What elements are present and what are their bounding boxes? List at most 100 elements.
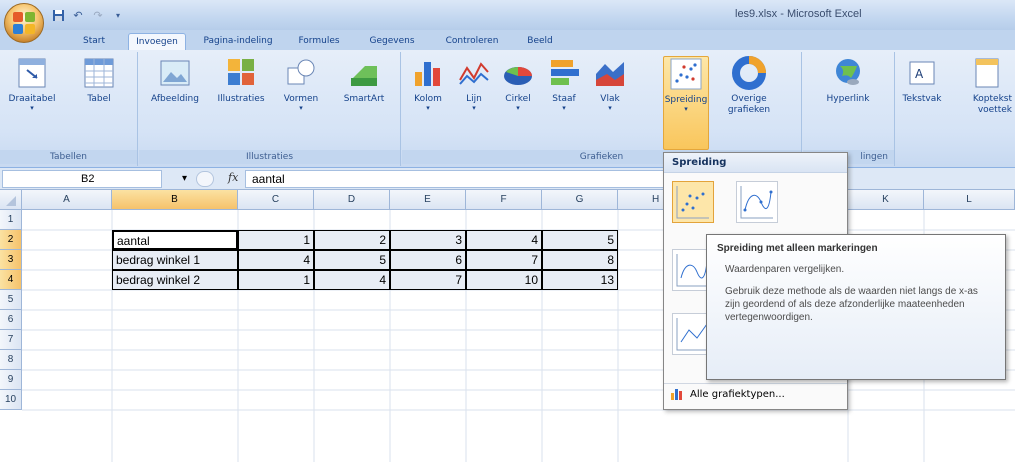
cell-e4[interactable]: 7 <box>390 270 466 290</box>
cell-g3[interactable]: 8 <box>542 250 618 270</box>
tekstvak-button[interactable]: A Tekstvak <box>896 56 948 104</box>
tooltip-body: Gebruik deze methode als de waarden niet… <box>725 286 978 323</box>
afbeelding-button[interactable]: Afbeelding <box>141 56 209 104</box>
dropdown-separator <box>664 383 847 384</box>
office-logo-icon <box>13 12 35 34</box>
column-header-a[interactable]: A <box>22 190 112 210</box>
row-header-9[interactable]: 9 <box>0 370 22 390</box>
group-label-tabellen: Tabellen <box>0 150 137 164</box>
column-header-e[interactable]: E <box>390 190 466 210</box>
lijn-button[interactable]: Lijn ▾ <box>454 56 494 112</box>
cell-b2[interactable]: aantal <box>112 230 238 250</box>
row-header-8[interactable]: 8 <box>0 350 22 370</box>
row-header-6[interactable]: 6 <box>0 310 22 330</box>
dropdown-arrow-icon: ▾ <box>516 104 520 112</box>
redo-icon[interactable]: ↷ <box>90 7 106 23</box>
staaf-label: Staaf <box>552 94 576 104</box>
column-header-g[interactable]: G <box>542 190 618 210</box>
scatter-smooth-lines-markers-option[interactable] <box>736 181 778 223</box>
cell-c4[interactable]: 1 <box>238 270 314 290</box>
chart-types-icon <box>671 389 682 400</box>
shapes-icon <box>284 56 318 90</box>
pivot-table-icon <box>15 56 49 90</box>
quick-access-toolbar: ↶ ↷ ▾ <box>50 6 126 24</box>
draaitabel-label: Draaitabel <box>8 94 56 104</box>
vlak-button[interactable]: Vlak ▾ <box>588 56 632 112</box>
tab-pagina-indeling[interactable]: Pagina-indeling <box>196 33 280 50</box>
kolom-label: Kolom <box>414 94 442 104</box>
column-header-d[interactable]: D <box>314 190 390 210</box>
all-chart-types-item[interactable]: Alle grafiektypen... <box>670 387 785 401</box>
formula-cancel-icon[interactable] <box>196 171 214 187</box>
column-header-b[interactable]: B <box>112 190 238 210</box>
cell-e3[interactable]: 6 <box>390 250 466 270</box>
cell-f3[interactable]: 7 <box>466 250 542 270</box>
hyperlink-button[interactable]: Hyperlink <box>813 56 883 104</box>
formula-bar: B2 ▾ fx aantal <box>0 168 1015 190</box>
tab-beeld[interactable]: Beeld <box>520 33 560 50</box>
undo-icon[interactable]: ↶ <box>70 7 86 23</box>
save-icon[interactable] <box>50 7 66 23</box>
cell-b4[interactable]: bedrag winkel 2 <box>112 270 238 290</box>
formula-input[interactable]: aantal <box>245 170 665 188</box>
row-header-2[interactable]: 2 <box>0 230 22 250</box>
row-header-5[interactable]: 5 <box>0 290 22 310</box>
tab-start[interactable]: Start <box>74 33 114 50</box>
chevron-down-icon[interactable]: ▾ <box>182 173 187 184</box>
column-header-l[interactable]: L <box>924 190 1015 210</box>
overige-grafieken-button[interactable]: Overige grafieken <box>714 56 784 116</box>
column-header-c[interactable]: C <box>238 190 314 210</box>
cell-d3[interactable]: 5 <box>314 250 390 270</box>
insert-function-icon[interactable]: fx <box>228 171 238 184</box>
row-header-1[interactable]: 1 <box>0 210 22 230</box>
customize-qat-icon[interactable]: ▾ <box>110 7 126 23</box>
vormen-button[interactable]: Vormen ▾ <box>273 56 329 112</box>
cell-e2[interactable]: 3 <box>390 230 466 250</box>
group-koppelingen: Hyperlink lingen <box>803 52 895 166</box>
draaitabel-button[interactable]: Draaitabel ▾ <box>0 56 64 112</box>
row-header-10[interactable]: 10 <box>0 390 22 410</box>
name-box[interactable]: B2 <box>2 170 162 188</box>
tabel-button[interactable]: Tabel <box>66 56 132 104</box>
tab-formules[interactable]: Formules <box>290 33 348 50</box>
smartart-button[interactable]: SmartArt <box>331 56 397 104</box>
scatter-markers-only-option[interactable] <box>672 181 714 223</box>
cell-g4[interactable]: 13 <box>542 270 618 290</box>
cell-f2[interactable]: 4 <box>466 230 542 250</box>
group-label-illustraties: Illustraties <box>139 150 400 164</box>
dropdown-arrow-icon: ▾ <box>608 104 612 112</box>
spreiding-button[interactable]: Spreiding ▾ <box>663 56 709 150</box>
bar-chart-icon <box>547 56 581 90</box>
tooltip-title: Spreiding met alleen markeringen <box>717 243 878 254</box>
illustraties-label: Illustraties <box>217 94 265 104</box>
tab-gegevens[interactable]: Gegevens <box>362 33 422 50</box>
illustraties-button[interactable]: Illustraties <box>211 56 271 104</box>
ribbon: Draaitabel ▾ Tabel Tabellen Afbeelding I… <box>0 50 1015 168</box>
scatter-smooth-lines-icon <box>740 186 773 219</box>
cirkel-button[interactable]: Cirkel ▾ <box>496 56 540 112</box>
tab-controleren[interactable]: Controleren <box>434 33 510 50</box>
cell-d4[interactable]: 4 <box>314 270 390 290</box>
svg-text:A: A <box>915 67 924 81</box>
staaf-button[interactable]: Staaf ▾ <box>542 56 586 112</box>
column-header-k[interactable]: K <box>848 190 924 210</box>
cell-d2[interactable]: 2 <box>314 230 390 250</box>
doughnut-chart-icon <box>732 56 766 90</box>
cell-c2[interactable]: 1 <box>238 230 314 250</box>
kolom-button[interactable]: Kolom ▾ <box>406 56 450 112</box>
row-header-3[interactable]: 3 <box>0 250 22 270</box>
scatter-tooltip: Spreiding met alleen markeringen Waarden… <box>706 234 1006 380</box>
column-header-f[interactable]: F <box>466 190 542 210</box>
cell-g2[interactable]: 5 <box>542 230 618 250</box>
header-footer-icon <box>970 56 1004 90</box>
row-header-7[interactable]: 7 <box>0 330 22 350</box>
koptekst-button[interactable]: Koptekst voettek <box>950 56 1015 116</box>
dropdown-arrow-icon: ▾ <box>472 104 476 112</box>
select-all-corner[interactable] <box>0 190 22 210</box>
cell-c3[interactable]: 4 <box>238 250 314 270</box>
row-header-4[interactable]: 4 <box>0 270 22 290</box>
cell-b3[interactable]: bedrag winkel 1 <box>112 250 238 270</box>
tab-invoegen[interactable]: Invoegen <box>128 33 186 50</box>
office-button[interactable] <box>4 3 44 43</box>
cell-f4[interactable]: 10 <box>466 270 542 290</box>
